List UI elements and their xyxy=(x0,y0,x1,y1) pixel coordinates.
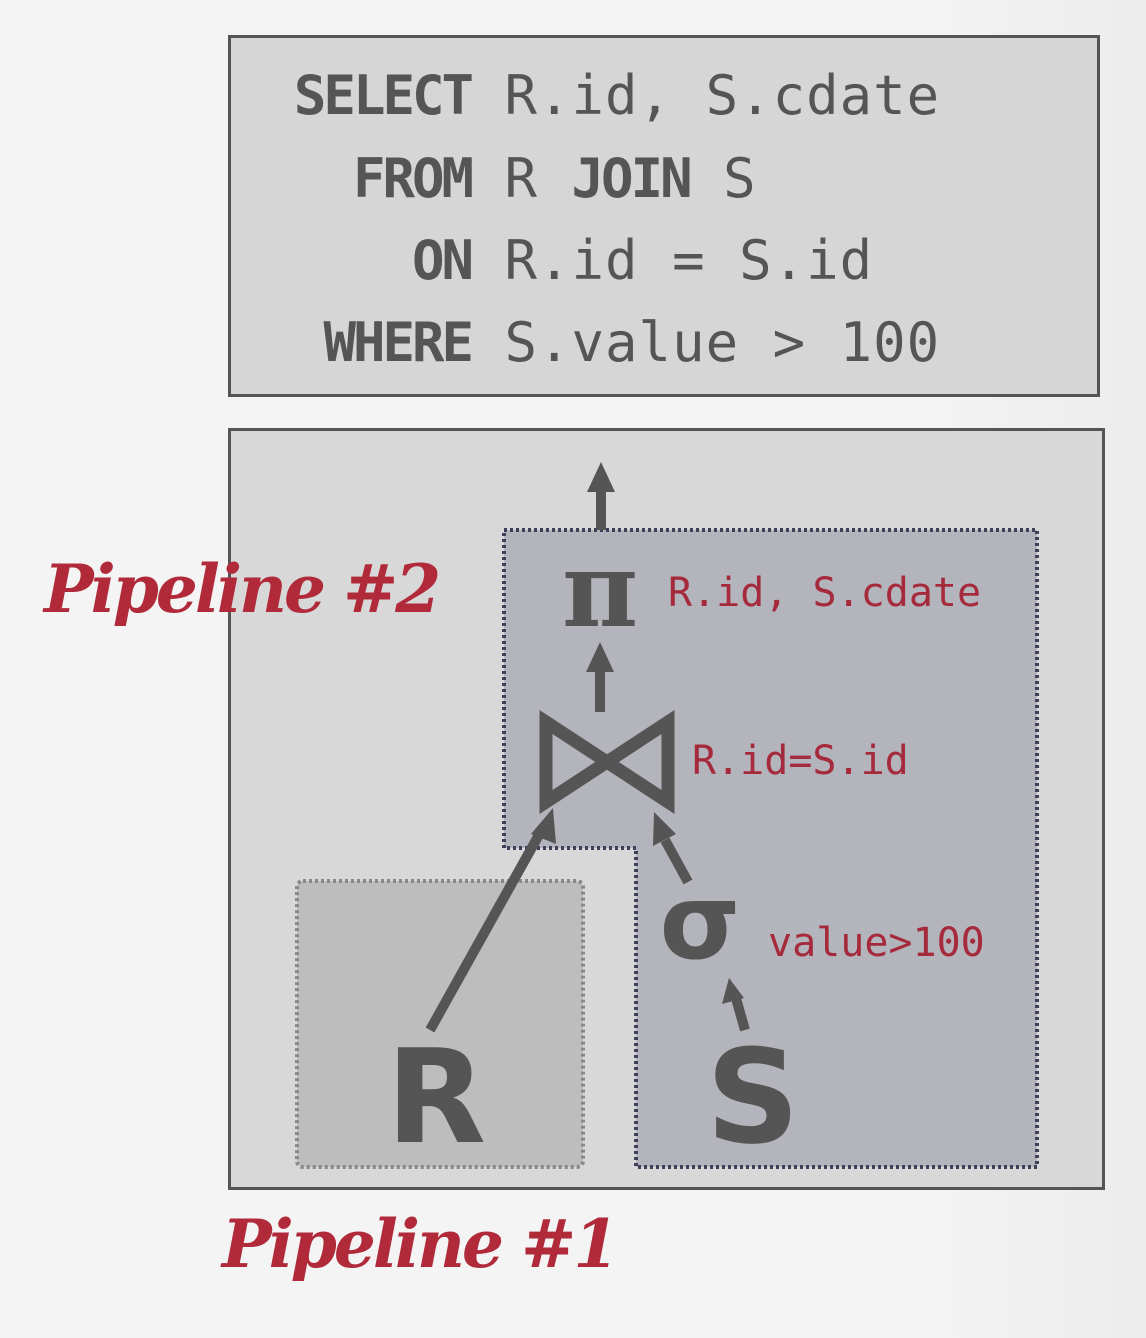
selection-annotation: value>100 xyxy=(768,920,985,966)
pipeline-1-label: Pipeline #1 xyxy=(222,1205,619,1283)
query-plan-graph xyxy=(295,462,1039,1169)
slide: SELECT R.id, S.cdate FROM R JOIN S ON R.… xyxy=(0,0,1146,1338)
arrowhead-output xyxy=(587,462,615,492)
selection-icon: σ xyxy=(659,861,741,983)
relation-s: S xyxy=(706,1021,800,1173)
join-annotation: R.id=S.id xyxy=(692,738,909,784)
projection-annotation: R.id, S.cdate xyxy=(668,570,982,616)
relation-r: R xyxy=(386,1021,487,1173)
pipeline-2-label: Pipeline #2 xyxy=(44,550,441,628)
projection-icon: π xyxy=(561,528,639,651)
